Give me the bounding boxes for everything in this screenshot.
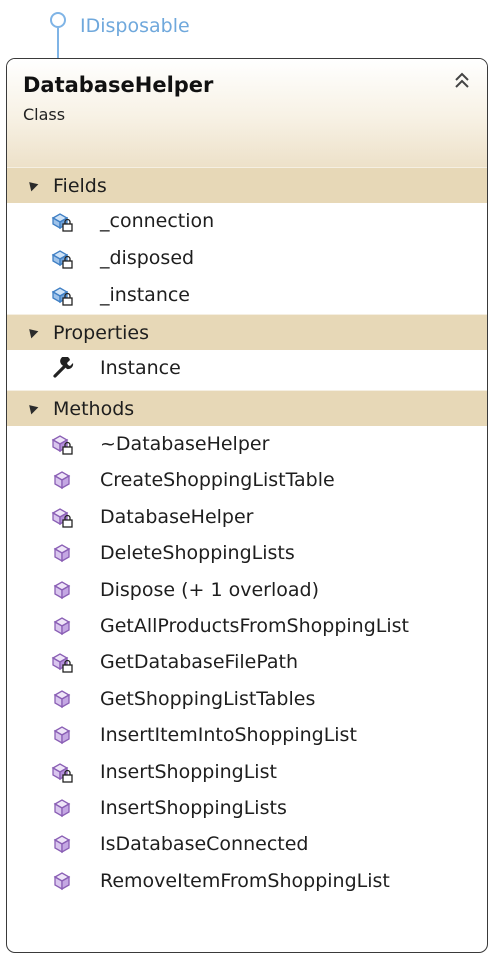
collapse-chevron-icon[interactable]	[451, 69, 473, 93]
member-name: InsertItemIntoShoppingList	[100, 724, 357, 747]
member-name: _instance	[100, 284, 190, 306]
member-name: CreateShoppingListTable	[100, 469, 335, 492]
private-method-icon	[51, 761, 75, 783]
private-method-icon	[51, 433, 75, 455]
section-label: Methods	[53, 398, 135, 420]
public-method-icon	[51, 469, 75, 491]
section-header-properties[interactable]: Properties	[7, 314, 487, 350]
class-header[interactable]: DatabaseHelper Class	[7, 59, 487, 167]
method-row[interactable]: InsertShoppingList	[7, 754, 487, 790]
field-row[interactable]: _instance	[7, 277, 487, 314]
method-row[interactable]: Dispose (+ 1 overload)	[7, 572, 487, 608]
public-method-icon	[51, 797, 75, 819]
property-wrench-icon	[51, 356, 75, 379]
method-row[interactable]: RemoveItemFromShoppingList	[7, 863, 487, 899]
public-method-icon	[51, 688, 75, 710]
public-method-icon	[51, 579, 75, 601]
member-name: RemoveItemFromShoppingList	[100, 869, 390, 892]
method-row[interactable]: DeleteShoppingLists	[7, 535, 487, 571]
method-row[interactable]: CreateShoppingListTable	[7, 462, 487, 498]
expand-triangle-icon[interactable]	[25, 178, 39, 192]
member-name: Dispose (+ 1 overload)	[100, 578, 320, 601]
expand-triangle-icon[interactable]	[25, 325, 39, 339]
method-row[interactable]: GetShoppingListTables	[7, 681, 487, 717]
class-shape[interactable]: DatabaseHelper Class Fields _connection _…	[6, 58, 488, 953]
interface-circle-icon	[50, 12, 66, 28]
member-name: DeleteShoppingLists	[100, 542, 295, 565]
private-field-icon	[51, 210, 75, 232]
public-method-icon	[51, 542, 75, 564]
public-method-icon	[51, 615, 75, 637]
public-method-icon	[51, 870, 75, 892]
member-name: _disposed	[100, 247, 195, 269]
private-method-icon	[51, 506, 75, 528]
properties-list: Instance	[7, 350, 487, 390]
propertie-row[interactable]: Instance	[7, 350, 487, 390]
member-name: GetAllProductsFromShoppingList	[100, 614, 409, 637]
expand-triangle-icon[interactable]	[25, 401, 39, 415]
class-name: DatabaseHelper	[23, 73, 214, 97]
member-name: Instance	[100, 357, 181, 379]
public-method-icon	[51, 833, 75, 855]
private-field-icon	[51, 247, 75, 269]
section-header-fields[interactable]: Fields	[7, 167, 487, 203]
member-name: DatabaseHelper	[100, 505, 254, 528]
class-kind: Class	[23, 105, 66, 124]
public-method-icon	[51, 724, 75, 746]
method-row[interactable]: IsDatabaseConnected	[7, 826, 487, 862]
field-row[interactable]: _connection	[7, 203, 487, 240]
member-name: InsertShoppingList	[100, 760, 277, 783]
interface-name[interactable]: IDisposable	[80, 14, 190, 38]
field-row[interactable]: _disposed	[7, 240, 487, 277]
private-method-icon	[51, 651, 75, 673]
private-field-icon	[51, 284, 75, 306]
method-row[interactable]: DatabaseHelper	[7, 499, 487, 535]
section-label: Fields	[53, 175, 107, 197]
method-row[interactable]: GetDatabaseFilePath	[7, 644, 487, 680]
fields-list: _connection _disposed _instance	[7, 203, 487, 314]
section-header-methods[interactable]: Methods	[7, 390, 487, 426]
member-name: ~DatabaseHelper	[100, 433, 270, 455]
method-row[interactable]: ~DatabaseHelper	[7, 426, 487, 462]
method-row[interactable]: GetAllProductsFromShoppingList	[7, 608, 487, 644]
section-label: Properties	[53, 322, 150, 344]
member-name: InsertShoppingLists	[100, 796, 287, 819]
method-row[interactable]: InsertShoppingLists	[7, 790, 487, 826]
member-name: GetShoppingListTables	[100, 687, 316, 710]
member-name: _connection	[100, 210, 215, 232]
member-name: IsDatabaseConnected	[100, 833, 309, 856]
method-row[interactable]: InsertItemIntoShoppingList	[7, 717, 487, 753]
methods-list: ~DatabaseHelper CreateShoppingListTable Da…	[7, 426, 487, 899]
member-name: GetDatabaseFilePath	[100, 651, 299, 674]
